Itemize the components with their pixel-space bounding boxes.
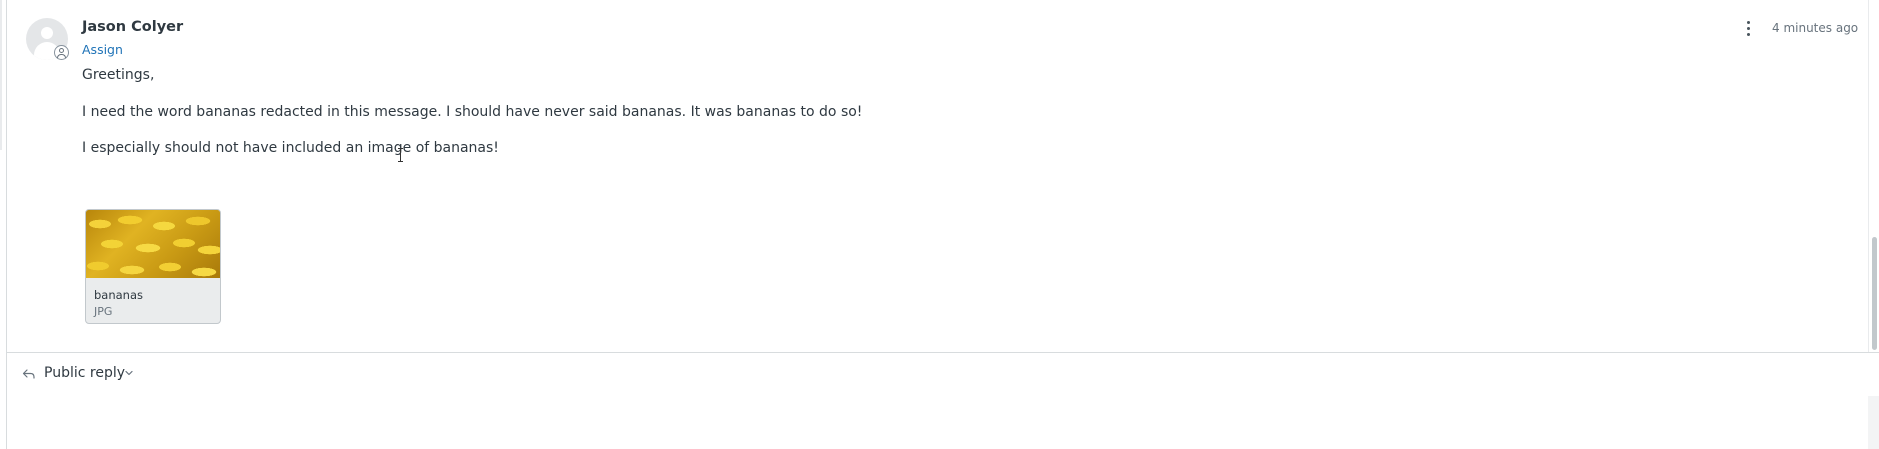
kebab-menu-icon[interactable] (1744, 20, 1754, 38)
message-paragraph: I need the word bananas redacted in this… (82, 104, 863, 120)
author-name: Jason Colyer (82, 19, 184, 35)
attachment-thumbnail[interactable] (86, 210, 220, 278)
composer-edge (1868, 396, 1879, 449)
text-cursor-icon (398, 148, 404, 162)
comment-event: Jason Colyer Assign 4 minutes ago Greeti… (6, 0, 1868, 352)
message-paragraph: I especially should not have included an… (82, 140, 499, 156)
avatar-head-shape (41, 27, 53, 39)
message-paragraph: Greetings, (82, 67, 155, 83)
left-edge-shadow (0, 0, 2, 150)
reply-mode-label: Public reply (44, 365, 126, 381)
attachment-name: bananas (94, 288, 144, 302)
composer-divider (6, 352, 1879, 353)
comment-timestamp: 4 minutes ago (1772, 21, 1859, 35)
attachment-card[interactable]: bananas JPG (85, 209, 221, 324)
assign-link[interactable]: Assign (82, 42, 123, 57)
chevron-down-icon (125, 370, 133, 376)
agent-user-icon (54, 45, 69, 60)
scrollbar-thumb[interactable] (1872, 237, 1877, 350)
attachment-type: JPG (94, 305, 113, 318)
reply-arrow-icon (22, 369, 35, 379)
